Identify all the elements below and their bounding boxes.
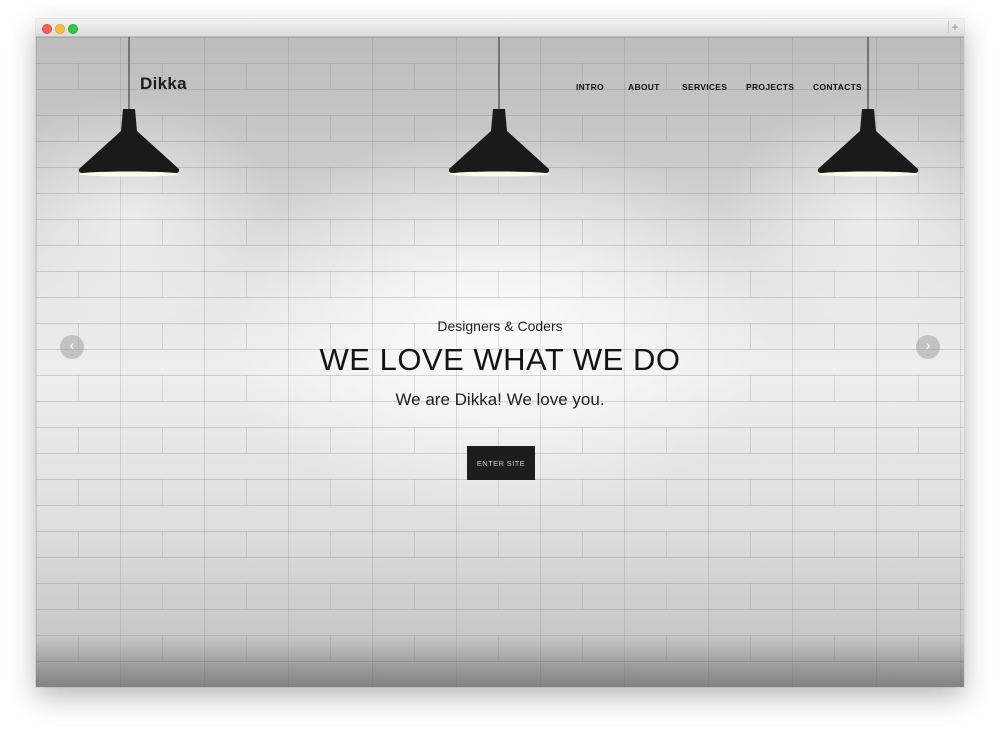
nav-item-services[interactable]: SERVICES	[682, 82, 727, 92]
browser-titlebar: +	[36, 19, 964, 37]
close-window-button[interactable]	[42, 24, 52, 34]
nav-item-about[interactable]: ABOUT	[628, 82, 660, 92]
new-tab-button[interactable]: +	[948, 21, 961, 33]
minimize-window-button[interactable]	[55, 24, 65, 34]
nav-item-intro[interactable]: INTRO	[576, 82, 604, 92]
enter-site-button[interactable]: ENTER SITE	[467, 446, 535, 480]
nav-item-projects[interactable]: PROJECTS	[746, 82, 794, 92]
hero-subtitle: Designers & Coders	[437, 318, 563, 334]
floor-shadow	[36, 637, 964, 687]
pendant-lamp-right	[817, 37, 919, 177]
maximize-window-button[interactable]	[68, 24, 78, 34]
hero-tagline: We are Dikka! We love you.	[395, 390, 605, 409]
enter-site-label: ENTER SITE	[476, 458, 526, 468]
hero-title: WE LOVE WHAT WE DO	[319, 342, 681, 377]
pendant-lamp-left	[78, 37, 180, 177]
browser-window: + Dikka INTRO ABOUT SERVICES PROJECTS CO…	[36, 19, 964, 687]
site-logo[interactable]: Dikka	[140, 74, 187, 94]
pendant-lamp-center	[448, 37, 550, 177]
hero-section: Dikka INTRO ABOUT SERVICES PROJECTS CONT…	[36, 37, 964, 687]
nav-item-contacts[interactable]: CONTACTS	[813, 82, 862, 92]
